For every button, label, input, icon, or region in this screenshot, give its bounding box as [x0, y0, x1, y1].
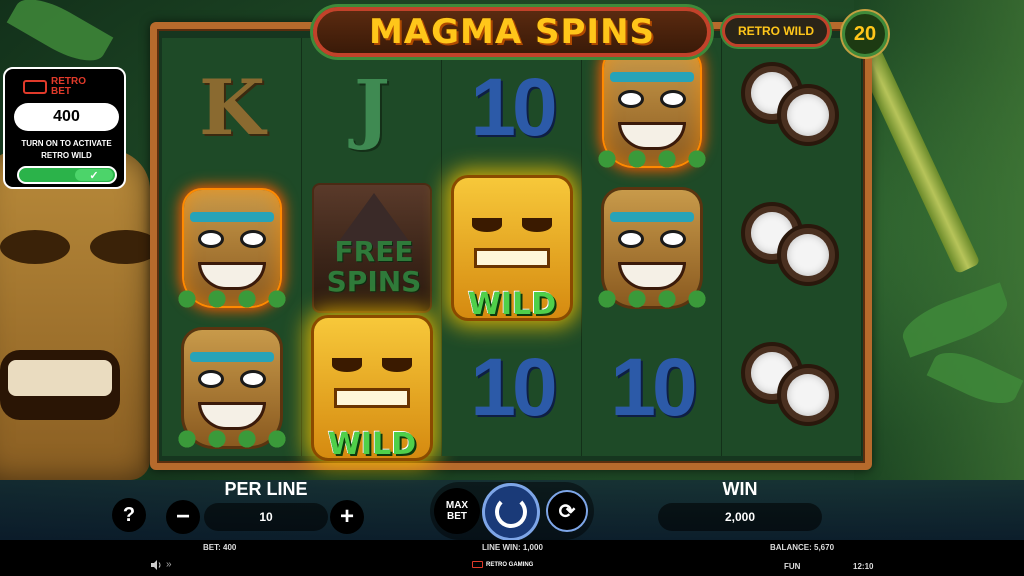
paylines-count-badge: 20: [842, 11, 888, 57]
wild-label: WILD: [467, 286, 557, 322]
retro-bet-description: TURN ON TO ACTIVATE RETRO WILD: [9, 138, 124, 162]
max-bet-label-line2: BET: [446, 511, 467, 522]
coconut-symbol: [737, 338, 847, 438]
help-button[interactable]: ?: [112, 498, 146, 532]
mode-indicator: FUN: [784, 562, 801, 571]
coconut-symbol: [737, 198, 847, 298]
symbol-cell: 10: [442, 318, 582, 457]
brand-text: RETRO GAMING: [486, 561, 534, 568]
retro-bet-logo-line2: BET: [51, 86, 71, 97]
retro-bet-value: 400: [14, 103, 119, 131]
symbol-cell: J: [302, 38, 442, 177]
reel-3: 10 WILD 10: [442, 38, 582, 456]
symbol-cell: FREE SPINS: [302, 178, 442, 317]
symbol-10: 10: [470, 61, 557, 153]
decrease-bet-button[interactable]: −: [166, 500, 200, 534]
tiki-mask-symbol: [592, 189, 712, 314]
increase-bet-button[interactable]: +: [330, 500, 364, 534]
symbol-k: K: [198, 63, 266, 152]
game-title: MAGMA SPINS: [368, 12, 656, 52]
retro-wild-badge: RETRO WILD: [722, 15, 830, 47]
coconut-symbol: [737, 58, 847, 158]
retro-bet-description-line1: TURN ON TO ACTIVATE: [21, 139, 112, 148]
free-spins-text-line1: FREE: [334, 234, 414, 268]
retro-bet-panel: RETRO BET 400 TURN ON TO ACTIVATE RETRO …: [3, 67, 126, 189]
reel-1: K: [162, 38, 302, 456]
win-value: 2,000: [658, 503, 822, 531]
retro-logo-icon: [23, 80, 47, 94]
reel-2: J FREE SPINS WILD: [302, 38, 442, 462]
spin-icon: [495, 496, 527, 528]
symbol-cell: [162, 178, 302, 317]
game-title-banner: MAGMA SPINS: [313, 7, 711, 57]
symbol-cell: [582, 38, 722, 177]
background-tiki-statue: [0, 150, 160, 480]
retro-gaming-logo-icon: [472, 561, 483, 568]
symbol-cell: [162, 318, 302, 457]
free-spins-text-line2: SPINS: [326, 264, 422, 298]
symbol-cell: [722, 38, 862, 177]
per-line-label: PER LINE: [224, 479, 308, 499]
symbol-cell: [722, 178, 862, 317]
symbol-10: 10: [610, 341, 697, 433]
symbol-10: 10: [470, 341, 557, 433]
tiki-mask-symbol: [172, 329, 292, 454]
info-bar: BET: 400 LINE WIN: 1,000 BALANCE: 5,670 …: [0, 540, 1024, 576]
retro-bet-description-line2: RETRO WILD: [41, 151, 92, 160]
reels-area: K J FREE SPINS WILD 10 WILD 10 10: [162, 38, 862, 462]
symbol-cell: K: [162, 38, 302, 177]
symbol-j: J: [354, 63, 390, 152]
symbol-cell: WILD: [442, 177, 582, 322]
bet-info: BET: 400: [203, 543, 237, 552]
wild-label: WILD: [327, 426, 417, 462]
sound-icon[interactable]: [150, 559, 162, 571]
symbol-cell: WILD: [302, 317, 442, 462]
reel-5: [722, 38, 862, 456]
wild-symbol: WILD: [454, 177, 570, 322]
per-line-value: 10: [204, 503, 328, 531]
check-icon: ✓: [75, 169, 113, 182]
spin-button[interactable]: [482, 483, 540, 541]
tiki-mask-symbol-burning: [172, 189, 292, 314]
clock: 12:10: [853, 562, 874, 571]
line-win-info: LINE WIN: 1,000: [482, 543, 543, 552]
balance-info: BALANCE: 5,670: [770, 543, 835, 552]
reel-4: 10: [582, 38, 722, 456]
autoplay-icon: ⟳: [558, 500, 576, 523]
retro-bet-logo: RETRO BET: [23, 77, 86, 97]
retro-gaming-brand: RETRO GAMING: [472, 561, 533, 568]
free-spins-scatter-symbol: FREE SPINS: [312, 182, 432, 313]
symbol-cell: [582, 178, 722, 317]
symbol-cell: [722, 318, 862, 457]
win-label: WIN: [722, 479, 758, 499]
max-bet-label-line1: MAX: [445, 500, 469, 511]
max-bet-button[interactable]: MAX BET: [434, 488, 480, 534]
retro-wild-toggle[interactable]: ✓: [17, 166, 117, 184]
symbol-cell: 10: [582, 318, 722, 457]
wild-symbol: WILD: [314, 317, 430, 462]
autoplay-button[interactable]: ⟳: [546, 490, 588, 532]
symbol-cell: 10: [442, 38, 582, 177]
tiki-mask-symbol-burning: [592, 49, 712, 174]
turbo-icon[interactable]: »: [166, 559, 180, 571]
